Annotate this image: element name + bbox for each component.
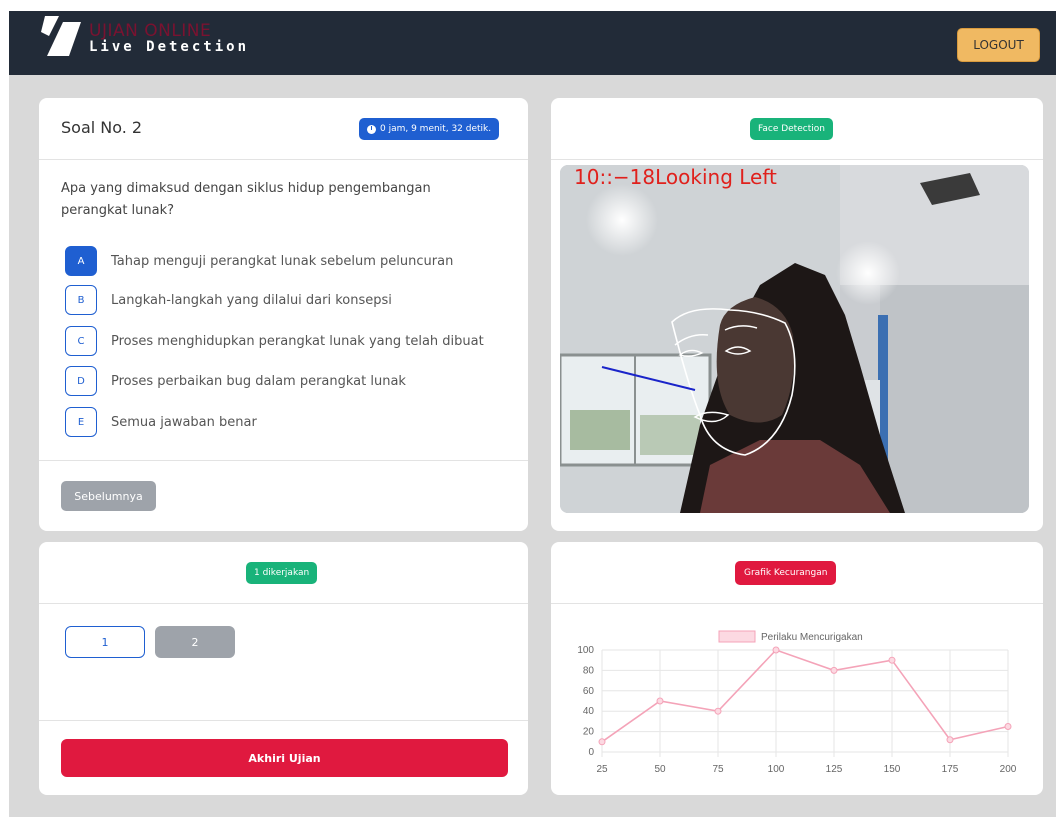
data-point (830, 666, 838, 674)
option-d[interactable]: D Proses perbaikan bug dalam perangkat l… (65, 366, 406, 396)
x-tick-label: 100 (768, 764, 785, 775)
logo-subtitle: Live Detection (89, 39, 250, 55)
option-text: Proses menghidupkan perangkat lunak yang… (111, 333, 484, 349)
question-number-button[interactable]: 1 (65, 626, 145, 658)
divider (39, 460, 528, 461)
answered-count-badge: 1 dikerjakan (246, 562, 318, 584)
data-point (772, 646, 780, 654)
face-detection-card: Face Detection 10::−18Looking Left (551, 98, 1043, 531)
data-point (1004, 723, 1012, 730)
previous-button[interactable]: Sebelumnya (61, 481, 156, 511)
divider (551, 159, 1043, 160)
option-letter[interactable]: D (65, 366, 97, 396)
x-tick-label: 50 (654, 764, 666, 775)
detection-overlay-text: 10::−18Looking Left (574, 165, 777, 189)
question-card: Soal No. 2 0 jam, 9 menit, 32 detik. Apa… (39, 98, 528, 531)
option-text: Langkah-langkah yang dilalui dari konsep… (111, 292, 392, 308)
navbar: UJIAN ONLINE Live Detection LOGOUT (9, 11, 1056, 75)
logout-button[interactable]: LOGOUT (957, 28, 1040, 62)
y-tick-label: 0 (588, 747, 594, 758)
option-letter[interactable]: E (65, 407, 97, 437)
data-point (946, 736, 954, 744)
y-tick-label: 20 (583, 727, 595, 738)
x-tick-label: 175 (942, 764, 959, 775)
timer-text: 0 jam, 9 menit, 32 detik. (380, 124, 492, 134)
data-point (656, 697, 664, 705)
cheating-chart-card: Grafik Kecurangan Perilaku Mencurigakan 0… (551, 542, 1043, 795)
question-navigation-card: 1 dikerjakan 1 2 Akhiri Ujian (39, 542, 528, 795)
webcam-image (560, 165, 1029, 513)
option-letter[interactable]: A (65, 246, 97, 276)
y-tick-label: 60 (583, 686, 595, 697)
data-point (888, 656, 896, 664)
x-tick-label: 150 (884, 764, 901, 775)
divider (551, 603, 1043, 604)
clock-icon (367, 124, 376, 134)
face-detection-badge: Face Detection (750, 118, 833, 140)
x-tick-label: 25 (596, 764, 608, 775)
y-tick-label: 100 (577, 645, 594, 656)
series-line (601, 649, 1009, 743)
legend-label: Perilaku Mencurigakan (761, 632, 863, 643)
data-point (598, 738, 606, 746)
webcam-feed: 10::−18Looking Left (560, 165, 1029, 513)
data-point (714, 707, 722, 715)
option-e[interactable]: E Semua jawaban benar (65, 407, 257, 437)
option-c[interactable]: C Proses menghidupkan perangkat lunak ya… (65, 326, 484, 356)
question-title: Soal No. 2 (61, 118, 143, 137)
option-letter[interactable]: B (65, 285, 97, 315)
timer-badge: 0 jam, 9 menit, 32 detik. (359, 118, 500, 140)
x-tick-label: 75 (712, 764, 724, 775)
end-exam-button[interactable]: Akhiri Ujian (61, 739, 508, 777)
option-text: Semua jawaban benar (111, 414, 257, 430)
option-letter[interactable]: C (65, 326, 97, 356)
x-tick-label: 200 (1000, 764, 1017, 775)
y-tick-label: 40 (583, 706, 595, 717)
option-b[interactable]: B Langkah-langkah yang dilalui dari kons… (65, 285, 392, 315)
option-text: Tahap menguji perangkat lunak sebelum pe… (111, 253, 454, 269)
divider (39, 603, 528, 604)
y-tick-label: 80 (583, 665, 595, 676)
option-text: Proses perbaikan bug dalam perangkat lun… (111, 373, 406, 389)
question-text: Apa yang dimaksud dengan siklus hidup pe… (61, 181, 431, 218)
logo-title: UJIAN ONLINE (89, 21, 212, 41)
logo-icon (41, 16, 81, 56)
divider (39, 720, 528, 721)
option-a[interactable]: A Tahap menguji perangkat lunak sebelum … (65, 246, 453, 276)
line-chart: Perilaku Mencurigakan 0 20 40 60 80 100 25 50 75 1… (577, 630, 1017, 775)
question-number-button-current[interactable]: 2 (155, 626, 235, 658)
x-tick-label: 125 (826, 764, 843, 775)
divider (39, 159, 528, 160)
legend-swatch (718, 630, 756, 643)
chart-badge: Grafik Kecurangan (735, 561, 837, 585)
